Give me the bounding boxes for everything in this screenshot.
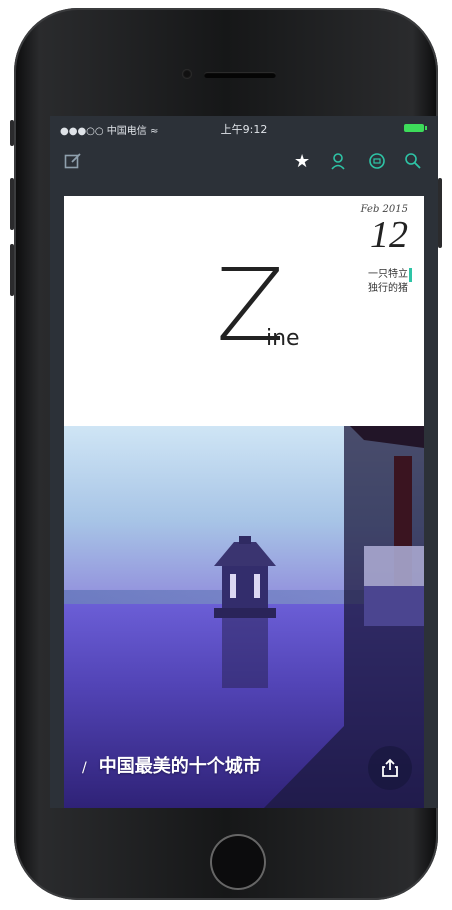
share-icon (381, 757, 399, 778)
star-icon[interactable]: ★ (294, 152, 310, 172)
share-button[interactable] (368, 746, 412, 790)
tagline-line-2: 独行的猪 (368, 283, 408, 294)
author-tagline: 一只特立 独行的猪 (348, 268, 408, 296)
daily-cover-card[interactable]: Feb 2015 12 一只特立 独行的猪 Z ine / 中国最美的十个城市 (64, 196, 424, 808)
volume-up-button (10, 178, 14, 230)
day-number: 12 (370, 214, 408, 256)
pagoda-pavilion-image (214, 426, 424, 808)
caption-slash: / (82, 760, 87, 776)
tagline-line-1: 一只特立 (368, 269, 408, 280)
logo-ine: ine (266, 326, 300, 351)
edit-icon[interactable] (64, 152, 82, 175)
status-time: 上午9:12 (220, 123, 268, 136)
date-block: Feb 2015 12 (361, 204, 408, 255)
top-nav-bar: ★ (50, 138, 438, 207)
battery-icon (404, 124, 427, 132)
caption-title: 中国最美的十个城市 (98, 756, 261, 777)
search-icon[interactable] (404, 152, 422, 175)
phone-frame: ●●●○○ 中国电信 ≈ 上午9:12 ★ Feb 2015 12 一只特立 独… (10, 8, 442, 900)
zine-logo: Z ine (216, 256, 300, 356)
status-bar: ●●●○○ 中国电信 ≈ 上午9:12 (50, 116, 438, 138)
volume-down-button (10, 244, 14, 296)
tagline-accent-bar (409, 268, 412, 282)
home-button[interactable] (210, 834, 266, 890)
user-icon[interactable] (330, 152, 346, 175)
article-caption[interactable]: / 中国最美的十个城市 (82, 752, 261, 778)
mute-switch (10, 120, 14, 146)
message-icon[interactable] (368, 152, 386, 175)
cover-photo[interactable]: / 中国最美的十个城市 (64, 426, 424, 808)
earpiece-speaker (204, 72, 276, 78)
app-screen: ●●●○○ 中国电信 ≈ 上午9:12 ★ Feb 2015 12 一只特立 独… (50, 116, 438, 808)
front-camera (182, 69, 192, 79)
power-button (438, 178, 442, 248)
